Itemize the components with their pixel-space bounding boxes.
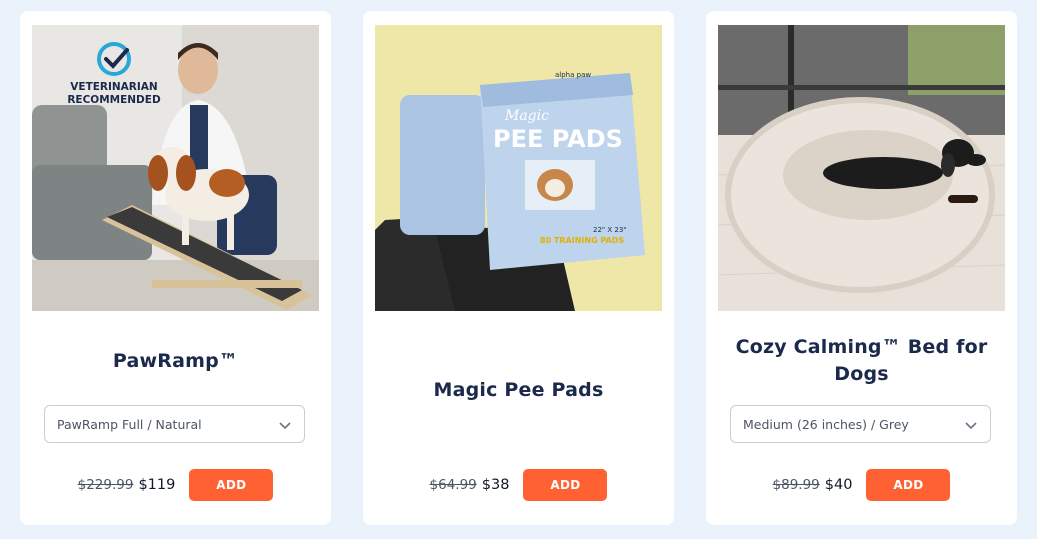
price-row: $229.99 $119 ADD	[20, 469, 331, 501]
price-row: $64.99 $38 ADD	[363, 469, 674, 501]
product-title[interactable]: PawRamp™	[32, 348, 319, 375]
package-count: 80 TRAINING PADS	[540, 236, 624, 245]
sale-price: $40	[824, 477, 853, 493]
badge-line-1: VETERINARIAN	[70, 81, 157, 93]
compare-price: $89.99	[772, 477, 820, 493]
package-line-2: PEE PADS	[493, 125, 623, 153]
add-to-cart-button[interactable]: ADD	[189, 469, 274, 501]
product-card-calming-bed: Cozy Calming™ Bed for Dogs Medium (26 in…	[706, 11, 1017, 525]
variant-select-value: Medium (26 inches) / Grey	[743, 416, 909, 432]
package-brand: alpha paw	[555, 71, 591, 79]
package-line-1: Magic	[504, 108, 549, 124]
sale-price: $119	[138, 477, 176, 493]
add-to-cart-button[interactable]: ADD	[866, 469, 951, 501]
sale-price: $38	[481, 477, 510, 493]
product-card-pee-pads: alpha paw Magic PEE PADS 22" X 23" 80 TR…	[363, 11, 674, 525]
product-image-pawramp[interactable]: VETERINARIAN RECOMMENDED	[32, 25, 319, 311]
badge-line-2: RECOMMENDED	[67, 94, 161, 106]
product-title[interactable]: Cozy Calming™ Bed for Dogs	[718, 334, 1005, 388]
price-row: $89.99 $40 ADD	[706, 469, 1017, 501]
product-card-pawramp: VETERINARIAN RECOMMENDED PawRamp™ PawRam…	[20, 11, 331, 525]
compare-price: $64.99	[429, 477, 477, 493]
variant-select[interactable]: PawRamp Full / Natural	[44, 405, 305, 443]
chevron-down-icon	[965, 422, 977, 430]
compare-price: $229.99	[77, 477, 134, 493]
add-to-cart-button[interactable]: ADD	[523, 469, 608, 501]
product-image-calming-bed[interactable]	[718, 25, 1005, 311]
variant-select[interactable]: Medium (26 inches) / Grey	[730, 405, 991, 443]
product-title[interactable]: Magic Pee Pads	[375, 377, 662, 404]
variant-select-value: PawRamp Full / Natural	[57, 416, 202, 432]
chevron-down-icon	[279, 422, 291, 430]
package-size: 22" X 23"	[593, 226, 627, 234]
product-image-pee-pads[interactable]: alpha paw Magic PEE PADS 22" X 23" 80 TR…	[375, 25, 662, 311]
